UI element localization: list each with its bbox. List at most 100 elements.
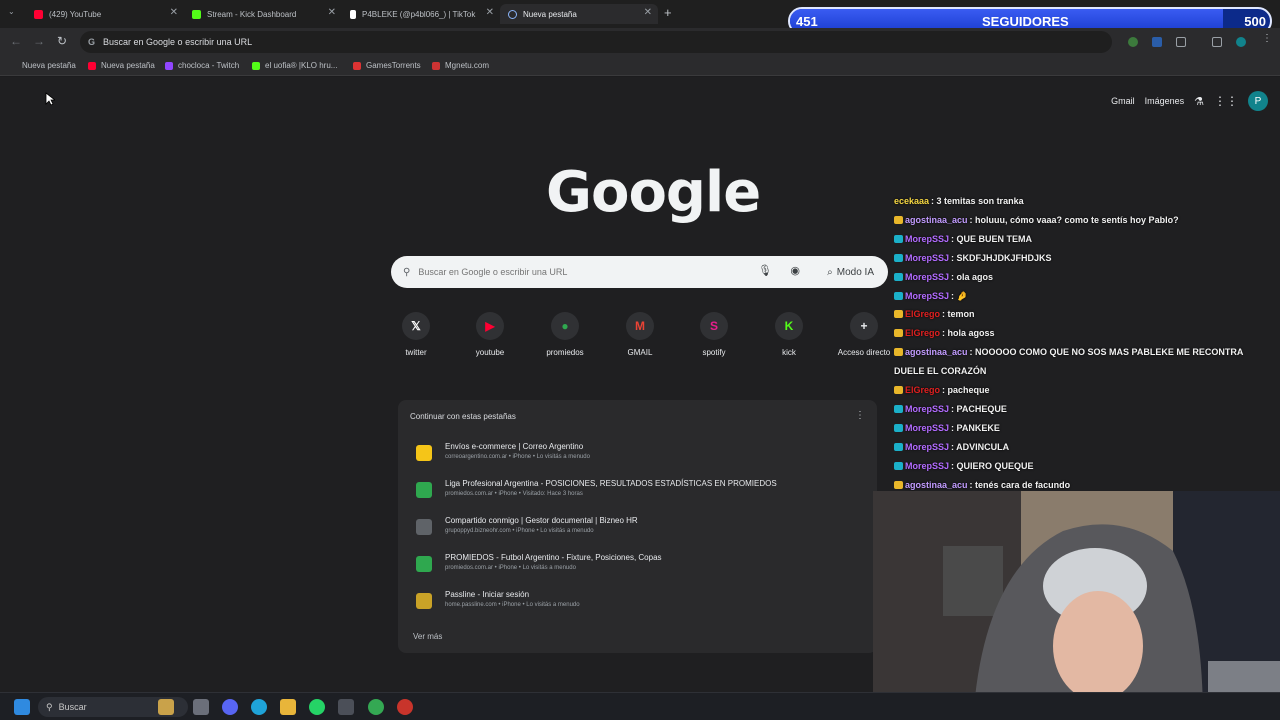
stream-chat-overlay: ecekaaa: 3 temitas son tranka agostinaa_a…: [890, 196, 1280, 492]
forward-icon[interactable]: →: [33, 34, 45, 48]
extension-icon[interactable]: [1152, 37, 1162, 47]
list-item[interactable]: PROMIEDOS - Futbol Argentino - Fixture, …: [412, 551, 862, 579]
ai-mode-button[interactable]: ⌕ Modo IA: [821, 261, 880, 283]
chat-username: MorepSSJ: [905, 441, 950, 452]
close-icon[interactable]: ✕: [328, 7, 336, 18]
chat-badge-icon: [894, 461, 903, 470]
menu-kebab-icon[interactable]: ⋮: [1262, 33, 1272, 44]
chat-badge-icon: [894, 386, 903, 394]
browser-toolbar: ← → ↻ G Buscar en Google o escribir una …: [0, 28, 1280, 56]
list-item-title: Passline - Iniciar sesión: [445, 590, 530, 599]
tab-label: Stream - Kick Dashboard: [207, 9, 297, 19]
more-options-icon[interactable]: ⋮: [855, 410, 865, 421]
shortcut-promiedos[interactable]: ● promiedos: [528, 312, 602, 357]
taskbar-search-label: Buscar: [58, 702, 87, 712]
windows-start-icon[interactable]: [14, 699, 30, 715]
download-icon[interactable]: [1212, 37, 1222, 47]
search-box[interactable]: ⚲ 🎙 ◉ ⌕ Modo IA: [391, 256, 888, 288]
gmail-link[interactable]: Gmail: [1111, 96, 1135, 106]
shortcut-twitter[interactable]: 𝕏twitter: [379, 312, 453, 357]
microphone-icon[interactable]: 🎙: [758, 264, 772, 277]
bookmark-item[interactable]: GamesTorrents: [353, 61, 421, 70]
chat-username: MorepSSJ: [905, 290, 950, 301]
tab-kick-dashboard[interactable]: Stream - Kick Dashboard ✕: [184, 4, 342, 24]
chat-username: MorepSSJ: [905, 460, 950, 471]
search-input[interactable]: [418, 267, 749, 277]
chat-text: : tenés cara de facundo: [969, 479, 1071, 490]
avatar[interactable]: P: [1248, 91, 1268, 111]
chat-message: MorepSSJ: 🤌: [894, 291, 968, 302]
chat-message: agostinaa_acu: holuuu, cómo vaaa? como t…: [894, 215, 1179, 225]
new-tab-button[interactable]: +: [664, 5, 672, 20]
widget-icon[interactable]: [158, 699, 174, 715]
labs-flask-icon[interactable]: ⚗: [1194, 95, 1204, 108]
tab-youtube[interactable]: (429) YouTube ✕: [26, 4, 184, 24]
shortcut-label: spotify: [702, 348, 726, 357]
chat-badge-icon: [894, 480, 903, 489]
chat-username: MorepSSJ: [905, 233, 950, 244]
tab-tiktok[interactable]: P4BLEKE (@p4bl066_) | TikTok ✕: [342, 4, 500, 24]
list-item[interactable]: Liga Profesional Argentina - POSICIONES,…: [412, 477, 862, 505]
shortcut-youtube[interactable]: ▶ youtube: [453, 312, 527, 357]
shortcut-spotify[interactable]: Sspotify: [677, 312, 751, 357]
shortcut-gmail[interactable]: M GMAIL: [603, 312, 677, 357]
list-item[interactable]: Envíos e-commerce | Correo Argentino corr…: [412, 440, 862, 468]
spotify-icon: S: [700, 312, 728, 340]
lens-icon[interactable]: ◉: [790, 264, 800, 277]
chat-badge-icon: [894, 291, 903, 300]
webcam-feed-image: [873, 491, 1280, 720]
bookmark-item[interactable]: chocloca - Twitch: [165, 61, 239, 70]
bookmark-item[interactable]: Nueva pestaña: [22, 61, 76, 70]
close-icon[interactable]: ✕: [170, 7, 178, 18]
whatsapp-icon[interactable]: [309, 699, 325, 715]
chat-message: MorepSSJ: SKDFJHJDKJFHDJKS: [894, 253, 1052, 263]
edge-icon[interactable]: [251, 699, 267, 715]
close-icon[interactable]: ✕: [486, 7, 494, 18]
tab-label: Nueva pestaña: [523, 9, 577, 19]
discord-icon[interactable]: [222, 699, 238, 715]
images-link[interactable]: Imágenes: [1145, 96, 1185, 106]
youtube-icon: ▶: [476, 312, 504, 340]
chat-message: ElGrego: pacheque: [894, 385, 990, 395]
chat-text: : QUIERO QUEQUE: [951, 460, 1034, 471]
folder-icon[interactable]: [280, 699, 296, 715]
back-icon[interactable]: ←: [10, 34, 22, 48]
x-icon: 𝕏: [402, 312, 430, 340]
shortcut-label: promiedos: [546, 348, 584, 357]
youtube-icon: [34, 9, 43, 19]
tab-new-tab[interactable]: Nueva pestaña ✕: [500, 4, 658, 24]
close-icon[interactable]: ✕: [644, 7, 652, 18]
bookmarks-bar: Nueva pestaña Nueva pestaña chocloca - T…: [0, 56, 1280, 76]
extension-shield-icon[interactable]: [1128, 37, 1138, 47]
shortcut-kick[interactable]: Kkick: [752, 312, 826, 357]
chat-text: : hola agoss: [942, 328, 995, 339]
chat-badge-icon: [894, 215, 903, 224]
gamestorrents-icon: [353, 61, 361, 70]
bookmark-item[interactable]: Nueva pestaña: [88, 61, 155, 70]
promiedos-icon: ●: [551, 312, 579, 340]
bookmark-item[interactable]: el uofia® |KLO hru...: [252, 61, 337, 70]
site-favicon-icon: [416, 556, 432, 572]
bookmark-item[interactable]: Mgnetu.com: [432, 61, 489, 70]
chat-badge-icon: [894, 329, 903, 338]
address-bar[interactable]: G Buscar en Google o escribir una URL: [80, 31, 1112, 53]
tab-search-icon[interactable]: ⌄: [8, 7, 15, 16]
chat-message: MorepSSJ: ADVINCULA: [894, 442, 1009, 452]
reload-icon[interactable]: ↻: [57, 34, 67, 48]
chrome-icon[interactable]: [368, 699, 384, 715]
kick-icon: [192, 9, 201, 19]
profile-avatar-icon[interactable]: [1236, 37, 1246, 47]
list-item[interactable]: Passline - Iniciar sesión home.passline.c…: [412, 588, 862, 616]
list-item[interactable]: Compartido conmigo | Gestor documental |…: [412, 514, 862, 542]
extensions-puzzle-icon[interactable]: [1176, 37, 1186, 47]
obs-icon[interactable]: [397, 699, 413, 715]
chat-username: agostinaa_acu: [905, 479, 968, 490]
see-more-link[interactable]: Ver más: [413, 632, 442, 641]
list-item-subtitle: grupoppyd.bizneohr.com • iPhone • Lo vis…: [445, 528, 594, 534]
apps-grid-icon[interactable]: ⋮⋮: [1214, 94, 1238, 108]
twitch-icon: [165, 61, 173, 70]
chat-badge-icon: [894, 253, 903, 262]
chat-username: MorepSSJ: [905, 271, 950, 282]
terminal-icon[interactable]: [338, 699, 354, 715]
file-icon[interactable]: [193, 699, 209, 715]
